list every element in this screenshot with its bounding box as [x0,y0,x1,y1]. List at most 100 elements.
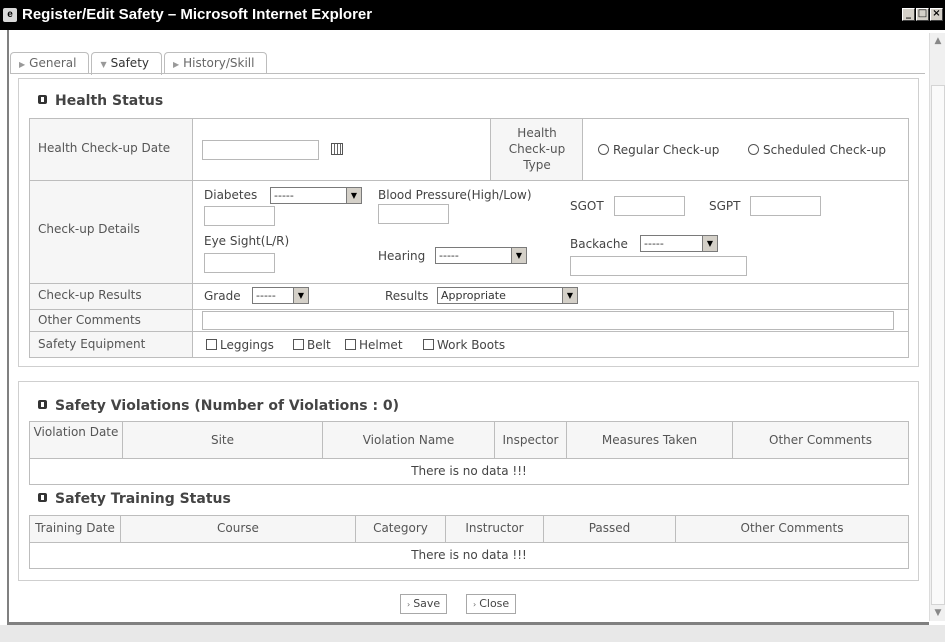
dropdown-arrow-icon: ▼ [562,288,577,303]
grade-value: ----- [256,289,276,302]
dropdown-arrow-icon: ▼ [346,188,361,203]
col-label: Violation Name [362,433,455,447]
col-course: Course [120,515,356,543]
backache-input[interactable] [570,256,747,276]
col-measures-taken: Measures Taken [566,421,733,459]
scheduled-checkup-label: Scheduled Check-up [763,143,887,157]
tab-safety[interactable]: ▼ Safety [91,52,162,75]
comments-label: Other Comments [38,313,141,327]
col-other-comments: Other Comments [732,421,909,459]
results-label-cell: Check-up Results [29,283,193,310]
equipment-label-text: Work Boots [437,338,506,352]
vertical-scrollbar[interactable]: ▲ ▼ [929,33,945,621]
radio-regular[interactable] [598,144,609,155]
checkbox[interactable] [423,339,434,350]
equipment-helmet[interactable]: Helmet [345,338,403,352]
bullet-icon [38,95,47,104]
scroll-thumb[interactable] [931,85,945,605]
col-inspector: Inspector [494,421,567,459]
training-heading: Safety Training Status [38,491,231,507]
sgpt-label: SGPT [709,199,741,213]
dropdown-arrow-icon: ▼ [702,236,717,251]
sgpt-input[interactable] [750,196,821,216]
save-button[interactable]: › Save [400,594,448,614]
checkbox[interactable] [206,339,217,350]
ie-icon: e [3,8,17,22]
violations-empty-row: There is no data !!! [29,458,909,485]
tab-divider [10,73,925,74]
violations-heading: Safety Violations (Number of Violations … [38,398,399,414]
comments-value-cell [192,309,909,332]
regular-checkup-label: Regular Check-up [613,143,720,157]
equipment-label-text: Leggings [220,338,274,352]
scroll-up-arrow-icon[interactable]: ▲ [930,33,945,49]
hearing-select[interactable]: ----- ▼ [435,247,527,264]
col-site: Site [122,421,323,459]
col-violation-date: Violation Date [29,421,123,459]
blood-pressure-input[interactable] [378,204,449,224]
close-button[interactable]: › Close [466,594,517,614]
checkbox[interactable] [345,339,356,350]
col-label: Violation Date [33,425,119,439]
col-label: Category [373,521,428,535]
results-label: Check-up Results [38,288,142,302]
triangle-down-icon: ▼ [100,60,107,69]
col-training-comments: Other Comments [675,515,909,543]
checkbox[interactable] [293,339,304,350]
scheduled-checkup-option[interactable]: Scheduled Check-up [748,143,886,157]
comments-label-cell: Other Comments [29,309,193,332]
equipment-work-boots[interactable]: Work Boots [423,338,505,352]
equipment-leggings[interactable]: Leggings [206,338,274,352]
checkup-date-input[interactable] [202,140,319,160]
sgot-input[interactable] [614,196,685,216]
minimize-button[interactable]: _ [902,8,915,21]
col-label: Site [210,433,235,447]
details-label: Check-up Details [38,222,140,236]
maximize-button[interactable]: □ [916,8,929,21]
grade-select[interactable]: ----- ▼ [252,287,309,304]
empty-message: There is no data !!! [411,464,527,478]
empty-message: There is no data !!! [411,548,527,562]
radio-scheduled[interactable] [748,144,759,155]
backache-label: Backache [570,237,628,251]
hearing-value: ----- [439,249,459,262]
window-title: Register/Edit Safety – Microsoft Interne… [22,6,373,23]
hearing-label: Hearing [378,249,426,263]
blood-pressure-label: Blood Pressure(High/Low) [378,188,532,202]
dropdown-arrow-icon: ▼ [511,248,526,263]
triangle-right-icon: ▶ [173,60,180,69]
equipment-label: Safety Equipment [38,337,146,351]
training-empty-row: There is no data !!! [29,542,909,569]
chevron-right-icon: › [407,600,411,609]
tab-label: General [29,56,77,70]
scroll-down-arrow-icon[interactable]: ▼ [930,605,945,621]
bullet-icon [38,493,47,502]
close-window-button[interactable]: × [930,8,943,21]
regular-checkup-option[interactable]: Regular Check-up [598,143,719,157]
dropdown-arrow-icon: ▼ [293,288,308,303]
window-frame-left [7,30,9,625]
diabetes-input[interactable] [204,206,275,226]
col-label: Passed [588,521,631,535]
close-label: Close [479,597,510,610]
col-label: Training Date [35,521,115,535]
chevron-right-icon: › [473,600,477,609]
tab-label: History/Skill [183,56,255,70]
equipment-belt[interactable]: Belt [293,338,331,352]
details-value-cell: Diabetes ----- ▼ Blood Pressure(High/Low)… [192,180,909,284]
section-title-text: Health Status [55,93,164,109]
col-label: Other Comments [740,521,844,535]
equipment-label-text: Helmet [359,338,403,352]
tab-general[interactable]: ▶ General [10,52,90,74]
col-category: Category [355,515,446,543]
calendar-icon[interactable] [331,143,343,155]
backache-select[interactable]: ----- ▼ [640,235,718,252]
col-training-date: Training Date [29,515,121,543]
eye-sight-input[interactable] [204,253,275,273]
tab-history-skill[interactable]: ▶ History/Skill [164,52,268,74]
results-select[interactable]: Appropriate ▼ [437,287,578,304]
other-comments-input[interactable] [202,311,894,330]
diabetes-value: ----- [274,189,294,202]
section-title-text: Safety Training Status [55,491,231,507]
diabetes-select[interactable]: ----- ▼ [270,187,362,204]
